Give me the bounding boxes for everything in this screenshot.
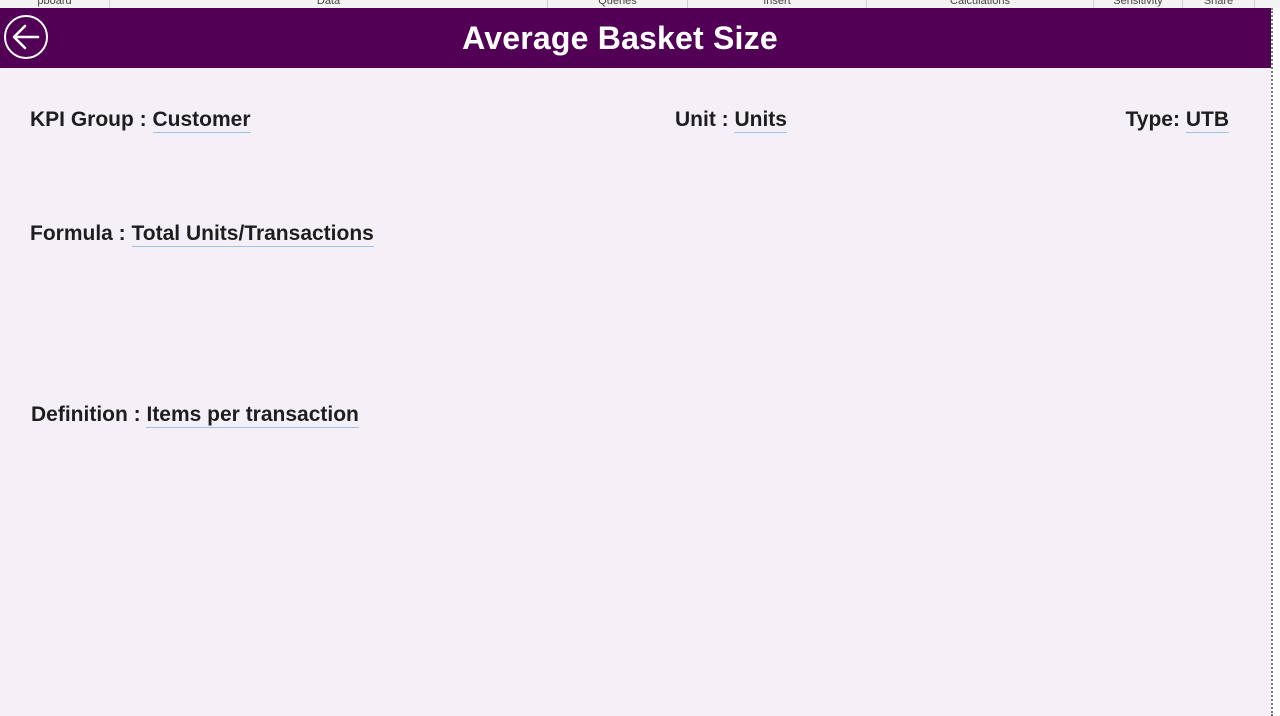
definition-label: Definition :	[31, 403, 147, 426]
ribbon-group-data: Data	[110, 0, 548, 8]
report-canvas: Average Basket Size KPI Group : Customer…	[0, 8, 1271, 716]
kpi-group-field: KPI Group : Customer	[30, 108, 251, 133]
ribbon-group-share: Share	[1183, 0, 1255, 8]
header-bar: Average Basket Size	[0, 8, 1271, 68]
unit-field: Unit : Units	[675, 108, 787, 133]
unit-label: Unit :	[675, 108, 735, 131]
ribbon-group-clipboard: pboard	[0, 0, 110, 8]
unit-value: Units	[734, 108, 787, 133]
kpi-group-label: KPI Group :	[30, 108, 153, 131]
definition-value: Items per transaction	[146, 403, 359, 428]
kpi-group-value: Customer	[152, 108, 251, 133]
ribbon-group-sensitivity: Sensitivity	[1094, 0, 1183, 8]
page-boundary	[1271, 8, 1280, 716]
type-field: Type: UTB	[1125, 108, 1229, 133]
page-title: Average Basket Size	[462, 20, 778, 56]
formula-value: Total Units/Transactions	[131, 222, 374, 247]
ribbon-group-insert: Insert	[688, 0, 867, 8]
definition-field: Definition : Items per transaction	[31, 403, 359, 428]
formula-label: Formula :	[30, 222, 132, 245]
ribbon-group-queries: Queries	[548, 0, 688, 8]
type-value: UTB	[1185, 108, 1229, 133]
formula-field: Formula : Total Units/Transactions	[30, 222, 374, 247]
ribbon-group-calculations: Calculations	[867, 0, 1094, 8]
type-label: Type:	[1125, 108, 1186, 131]
